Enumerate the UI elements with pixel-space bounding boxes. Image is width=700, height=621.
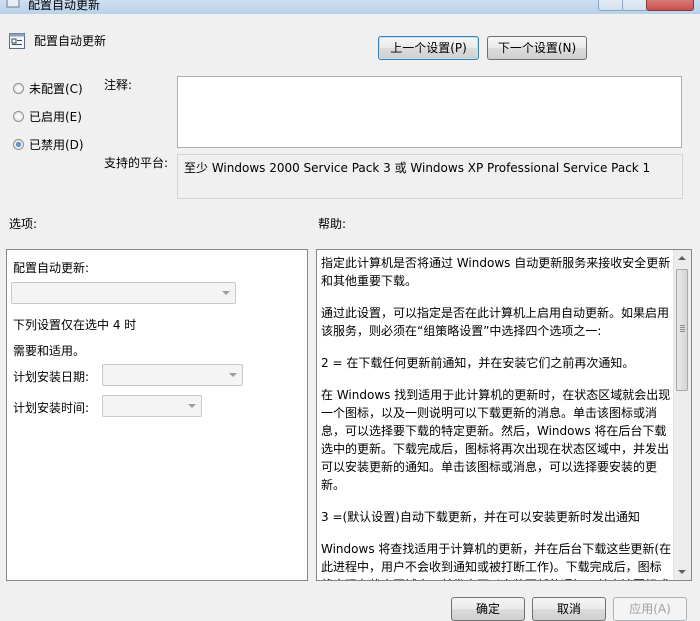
help-paragraph: 2 = 在下载任何更新前通知，并在安装它们之前再次通知。 [321, 356, 635, 370]
maximize-button[interactable] [622, 0, 648, 11]
options-heading: 选项: [9, 217, 38, 231]
radio-disabled[interactable]: 已禁用(D) [13, 135, 84, 153]
policy-setting-icon [9, 33, 25, 49]
help-paragraph: 指定此计算机是否将通过 Windows 自动更新服务来接收安全更新和其他重要下载… [321, 256, 671, 288]
policy-title: 配置自动更新 [34, 34, 107, 48]
chevron-down-icon [229, 373, 237, 377]
schedule-time-dropdown[interactable] [102, 395, 202, 417]
radio-indicator[interactable] [13, 82, 24, 94]
radio-label: 已禁用(D) [29, 137, 84, 152]
help-paragraph: Windows 将查找适用于计算机的更新，并在后台下载这些更新(在此进程中，用户… [321, 542, 672, 580]
platform-value: 至少 Windows 2000 Service Pack 3 或 Windows… [177, 154, 683, 199]
options-panel: 配置自动更新: 下列设置仅在选中 4 时 需要和适用。 计划安装日期: 计划安装… [6, 249, 308, 581]
radio-enabled[interactable]: 已启用(E) [13, 107, 82, 125]
minimize-button[interactable] [598, 0, 624, 11]
grip-icon [680, 325, 685, 332]
schedule-day-label: 计划安装日期: [13, 370, 90, 384]
ok-button[interactable]: 确定 [451, 597, 525, 621]
settings-note-line1: 下列设置仅在选中 4 时 [13, 318, 137, 332]
help-text: 指定此计算机是否将通过 Windows 自动更新服务来接收安全更新和其他重要下载… [321, 254, 673, 580]
platform-label: 支持的平台: [104, 156, 169, 170]
scroll-down-button[interactable] [674, 564, 690, 580]
chevron-down-icon [188, 404, 196, 408]
apply-button[interactable]: 应用(A) [613, 597, 687, 621]
schedule-day-dropdown[interactable] [102, 364, 243, 386]
radio-indicator[interactable] [13, 110, 24, 122]
comment-label: 注释: [104, 78, 133, 92]
chevron-down-icon [222, 291, 230, 295]
help-paragraph: 3 =(默认设置)自动下载更新，并在可以安装更新时发出通知 [321, 510, 640, 524]
configure-updates-label: 配置自动更新: [13, 261, 90, 275]
configure-updates-dropdown[interactable] [11, 282, 236, 304]
close-button[interactable] [646, 0, 694, 11]
help-panel: 指定此计算机是否将通过 Windows 自动更新服务来接收安全更新和其他重要下载… [316, 249, 692, 581]
comment-textarea[interactable] [177, 76, 682, 148]
policy-icon [6, 0, 20, 8]
scroll-thumb[interactable] [676, 269, 688, 391]
scroll-up-button[interactable] [674, 250, 690, 266]
help-heading: 帮助: [318, 217, 347, 231]
arrow-up-icon [678, 256, 686, 260]
arrow-down-icon [678, 570, 686, 574]
radio-label: 已启用(E) [29, 109, 82, 124]
schedule-time-label: 计划安装时间: [13, 401, 90, 415]
help-scrollbar[interactable] [673, 250, 691, 580]
window-title: 配置自动更新 [28, 0, 101, 12]
next-setting-button[interactable]: 下一个设置(N) [487, 36, 587, 60]
help-paragraph: 在 Windows 找到适用于此计算机的更新时，在状态区域就会出现一个图标，以及… [321, 388, 671, 492]
cancel-button[interactable]: 取消 [532, 597, 606, 621]
settings-note-line2: 需要和适用。 [13, 344, 86, 358]
radio-label: 未配置(C) [29, 81, 83, 96]
radio-indicator[interactable] [13, 138, 24, 150]
title-bar: 配置自动更新 [0, 0, 700, 14]
help-paragraph: 通过此设置，可以指定是否在此计算机上启用自动更新。如果启用该服务，则必须在“组策… [321, 306, 670, 338]
radio-not-configured[interactable]: 未配置(C) [13, 79, 83, 97]
previous-setting-button[interactable]: 上一个设置(P) [378, 36, 479, 60]
